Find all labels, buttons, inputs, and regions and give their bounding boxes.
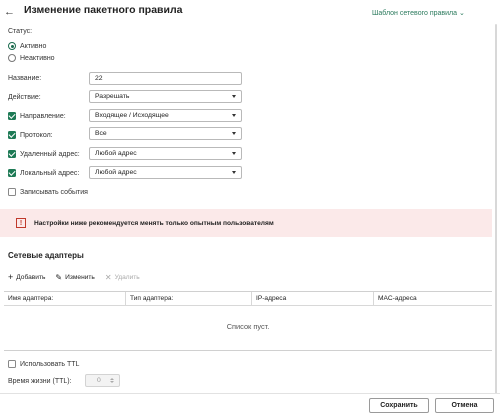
advanced-settings-warning: ! Настройки ниже рекомендуется менять то…: [0, 209, 492, 237]
protocol-select-value: Все: [95, 130, 107, 137]
back-arrow-icon[interactable]: ←: [4, 6, 15, 18]
log-events-checkbox[interactable]: Записывать события: [8, 188, 88, 196]
chevron-down-icon: [232, 152, 236, 155]
checkbox-unchecked-icon[interactable]: [8, 360, 16, 368]
use-ttl-checkbox[interactable]: Использовать TTL: [8, 360, 79, 368]
checkbox-unchecked-icon[interactable]: [8, 188, 16, 196]
chevron-down-icon: [232, 132, 236, 135]
scrollbar[interactable]: [495, 24, 497, 394]
plus-icon: +: [8, 272, 14, 282]
column-header-ip-addresses[interactable]: IP-адреса: [252, 292, 374, 305]
close-icon: ✕: [104, 272, 112, 282]
status-inactive-radio[interactable]: Неактивно: [8, 54, 55, 62]
add-adapter-label: Добавить: [16, 274, 46, 281]
remote-address-label: Удаленный адрес:: [20, 150, 80, 158]
remote-address-select-value: Любой адрес: [95, 150, 137, 157]
chevron-down-icon: [232, 171, 236, 174]
protocol-checkbox[interactable]: Протокол:: [8, 131, 53, 139]
local-address-select[interactable]: Любой адрес: [89, 166, 242, 179]
remote-address-select[interactable]: Любой адрес: [89, 147, 242, 160]
chevron-down-icon: [232, 114, 236, 117]
protocol-label: Протокол:: [20, 131, 53, 139]
direction-checkbox[interactable]: Направление:: [8, 112, 66, 120]
action-label: Действие:: [8, 94, 41, 101]
warning-icon: !: [16, 218, 26, 228]
save-button[interactable]: Сохранить: [369, 398, 429, 413]
radio-selected-icon[interactable]: [8, 42, 16, 50]
network-adapters-title: Сетевые адаптеры: [8, 251, 84, 260]
local-address-checkbox[interactable]: Локальный адрес:: [8, 169, 79, 177]
name-input[interactable]: 22: [89, 72, 242, 85]
action-select[interactable]: Разрешать: [89, 90, 242, 103]
checkbox-checked-icon[interactable]: [8, 150, 16, 158]
radio-unselected-icon[interactable]: [8, 54, 16, 62]
edit-adapter-button[interactable]: ✎ Изменить: [55, 272, 95, 282]
delete-adapter-label: Удалить: [114, 274, 140, 281]
footer-divider: [0, 393, 500, 394]
local-address-label: Локальный адрес:: [20, 169, 80, 177]
ttl-lifetime-label: Время жизни (TTL):: [8, 378, 72, 385]
template-link-label: Шаблон сетевого правила: [372, 9, 458, 17]
stepper-arrows-icon[interactable]: [110, 378, 114, 383]
column-header-adapter-name[interactable]: Имя адаптера:: [4, 292, 126, 305]
adapters-table: Имя адаптера: Тип адаптера: IP-адреса MA…: [4, 291, 492, 351]
direction-label: Направление:: [20, 112, 66, 120]
page-title: Изменение пакетного правила: [24, 4, 183, 16]
chevron-down-icon: ⌄: [459, 10, 465, 17]
status-label: Статус:: [8, 28, 33, 35]
checkbox-checked-icon[interactable]: [8, 169, 16, 177]
column-header-adapter-type[interactable]: Тип адаптера:: [126, 292, 252, 305]
checkbox-checked-icon[interactable]: [8, 112, 16, 120]
direction-select[interactable]: Входящее / Исходящее: [89, 109, 242, 122]
adapters-toolbar: + Добавить ✎ Изменить ✕ Удалить: [8, 273, 140, 282]
local-address-select-value: Любой адрес: [95, 169, 137, 176]
add-adapter-button[interactable]: + Добавить: [8, 273, 45, 282]
delete-adapter-button[interactable]: ✕ Удалить: [104, 272, 140, 282]
ttl-lifetime-value: 0: [97, 377, 101, 384]
remote-address-checkbox[interactable]: Удаленный адрес:: [8, 150, 80, 158]
edit-adapter-label: Изменить: [65, 274, 95, 281]
direction-select-value: Входящее / Исходящее: [95, 112, 169, 119]
pencil-icon: ✎: [55, 272, 63, 282]
status-inactive-label: Неактивно: [20, 54, 55, 62]
checkbox-checked-icon[interactable]: [8, 131, 16, 139]
protocol-select[interactable]: Все: [89, 127, 242, 140]
network-rule-template-link[interactable]: Шаблон сетевого правила ⌄: [372, 9, 465, 18]
action-select-value: Разрешать: [95, 93, 130, 100]
empty-list-text: Список пуст.: [226, 322, 270, 331]
cancel-button[interactable]: Отмена: [435, 398, 494, 413]
use-ttl-label: Использовать TTL: [20, 360, 80, 368]
chevron-down-icon: [232, 95, 236, 98]
name-label: Название:: [8, 75, 42, 82]
table-header: Имя адаптера: Тип адаптера: IP-адреса MA…: [4, 292, 492, 306]
column-header-mac-addresses[interactable]: MAC-адреса: [374, 292, 492, 305]
status-active-label: Активно: [20, 42, 47, 50]
warning-text: Настройки ниже рекомендуется менять толь…: [34, 219, 274, 227]
ttl-lifetime-stepper[interactable]: 0: [85, 374, 120, 387]
status-active-radio[interactable]: Активно: [8, 42, 46, 50]
log-events-label: Записывать события: [20, 188, 88, 196]
